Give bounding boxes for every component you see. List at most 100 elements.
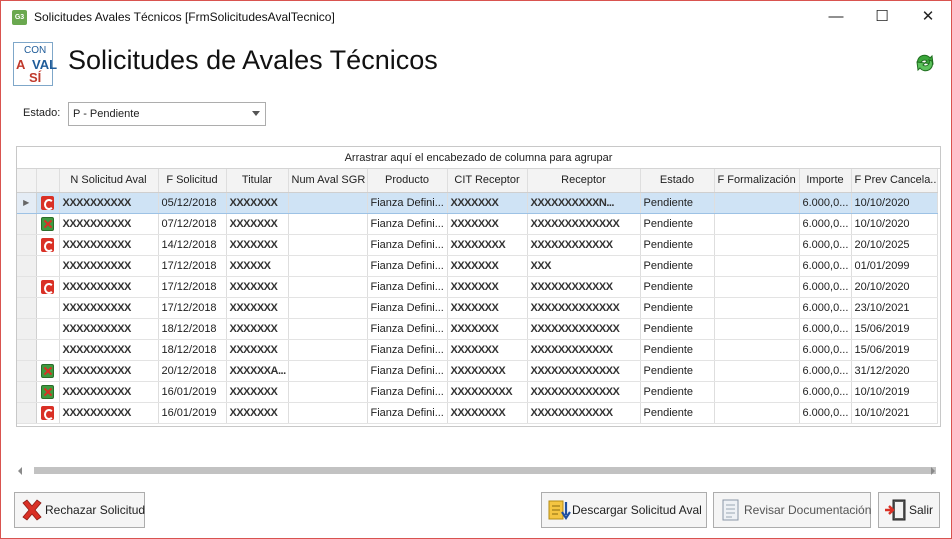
cell-f[interactable]: 18/12/2018 (158, 318, 227, 340)
column-header[interactable]: F Formalización (714, 169, 800, 193)
cell-receptor[interactable]: XXXXXXXXXXXX (527, 234, 641, 256)
cell-fform[interactable] (714, 402, 800, 424)
cell-fform[interactable] (714, 276, 800, 298)
cell-num[interactable] (288, 297, 368, 319)
cell-cit[interactable]: XXXXXXXX (447, 360, 528, 382)
cell-fform[interactable] (714, 297, 800, 319)
cell-importe[interactable]: 6.000,0... (799, 318, 852, 340)
cell-n[interactable]: XXXXXXXXXX (59, 339, 159, 361)
scroll-right-icon[interactable] (931, 467, 935, 475)
cell-fform[interactable] (714, 360, 800, 382)
cell-fprev[interactable]: 20/10/2025 (851, 234, 938, 256)
row-indicator[interactable] (17, 318, 37, 340)
column-header[interactable]: Titular (226, 169, 289, 193)
cell-f[interactable]: 17/12/2018 (158, 255, 227, 277)
cell-cit[interactable]: XXXXXXXX (447, 402, 528, 424)
rechazar-solicitud-button[interactable]: Rechazar Solicitud (14, 492, 145, 528)
cell-num[interactable] (288, 360, 368, 382)
solicitudes-grid[interactable]: Arrastrar aquí el encabezado de columna … (16, 146, 941, 427)
cell-num[interactable] (288, 234, 368, 256)
cell-estado[interactable]: Pendiente (640, 381, 715, 403)
cell-fform[interactable] (714, 234, 800, 256)
cell-estado[interactable]: Pendiente (640, 276, 715, 298)
cell-num[interactable] (288, 381, 368, 403)
cell-fform[interactable] (714, 381, 800, 403)
cell-titular[interactable]: XXXXXXX (226, 191, 289, 214)
cell-producto[interactable]: Fianza Defini... (367, 234, 448, 256)
cell-receptor[interactable]: XXXXXXXXXXN... (527, 191, 641, 214)
cell-num[interactable] (288, 276, 368, 298)
cell-n[interactable]: XXXXXXXXXX (59, 297, 159, 319)
table-row[interactable]: XXXXXXXXXX 17/12/2018 XXXXXXX Fianza Defini… (17, 297, 938, 319)
column-header[interactable]: F Prev Cancela... (851, 169, 938, 193)
cell-num[interactable] (288, 213, 368, 235)
cell-n[interactable]: XXXXXXXXXX (59, 402, 159, 424)
cell-receptor[interactable]: XXXXXXXXXXXX (527, 402, 641, 424)
cell-importe[interactable]: 6.000,0... (799, 381, 852, 403)
cell-receptor[interactable]: XXXXXXXXXXXXX (527, 297, 641, 319)
cell-titular[interactable]: XXXXXXX (226, 276, 289, 298)
cell-producto[interactable]: Fianza Defini... (367, 318, 448, 340)
table-row[interactable]: XXXXXXXXXX 14/12/2018 XXXXXXX Fianza Defini… (17, 234, 938, 256)
cell-cit[interactable]: XXXXXXX (447, 276, 528, 298)
cell-titular[interactable]: XXXXXXX (226, 318, 289, 340)
close-button[interactable]: ✕ (905, 1, 951, 33)
table-row[interactable]: ▶ XXXXXXXXXX 05/12/2018 XXXXXXX Fianza Defin… (17, 191, 938, 214)
cell-fprev[interactable]: 10/10/2019 (851, 381, 938, 403)
table-row[interactable]: XXXXXXXXXX 18/12/2018 XXXXXXX Fianza Defini… (17, 318, 938, 340)
cell-fprev[interactable]: 10/10/2020 (851, 191, 938, 214)
cell-importe[interactable]: 6.000,0... (799, 234, 852, 256)
cell-producto[interactable]: Fianza Defini... (367, 255, 448, 277)
descargar-solicitud-button[interactable]: Descargar Solicitud Aval (541, 492, 707, 528)
cell-receptor[interactable]: XXXXXXXXXXXXX (527, 360, 641, 382)
column-header[interactable]: F Solicitud (158, 169, 227, 193)
cell-num[interactable] (288, 318, 368, 340)
table-row[interactable]: XXXXXXXXXX 16/01/2019 XXXXXXX Fianza Defini… (17, 402, 938, 424)
cell-fprev[interactable]: 23/10/2021 (851, 297, 938, 319)
cell-n[interactable]: XXXXXXXXXX (59, 191, 159, 214)
cell-estado[interactable]: Pendiente (640, 255, 715, 277)
cell-fprev[interactable]: 01/01/2099 (851, 255, 938, 277)
cell-num[interactable] (288, 255, 368, 277)
cell-fprev[interactable]: 20/10/2020 (851, 276, 938, 298)
row-indicator[interactable]: ▶ (17, 191, 37, 214)
column-header[interactable]: Receptor (527, 169, 641, 193)
cell-importe[interactable]: 6.000,0... (799, 255, 852, 277)
cell-fform[interactable] (714, 318, 800, 340)
cell-f[interactable]: 17/12/2018 (158, 276, 227, 298)
cell-titular[interactable]: XXXXXXX (226, 339, 289, 361)
row-indicator[interactable] (17, 255, 37, 277)
cell-producto[interactable]: Fianza Defini... (367, 191, 448, 214)
cell-estado[interactable]: Pendiente (640, 402, 715, 424)
cell-importe[interactable]: 6.000,0... (799, 402, 852, 424)
cell-producto[interactable]: Fianza Defini... (367, 297, 448, 319)
scrollbar-thumb[interactable] (34, 467, 936, 474)
table-row[interactable]: XXXXXXXXXX 16/01/2019 XXXXXXX Fianza Defini… (17, 381, 938, 403)
cell-estado[interactable]: Pendiente (640, 213, 715, 235)
table-row[interactable]: XXXXXXXXXX 17/12/2018 XXXXXX Fianza Defini.… (17, 255, 938, 277)
cell-f[interactable]: 16/01/2019 (158, 381, 227, 403)
table-row[interactable]: XXXXXXXXXX 17/12/2018 XXXXXXX Fianza Defini… (17, 276, 938, 298)
cell-cit[interactable]: XXXXXXX (447, 318, 528, 340)
row-indicator[interactable] (17, 234, 37, 256)
group-by-panel[interactable]: Arrastrar aquí el encabezado de columna … (17, 147, 940, 169)
cell-cit[interactable]: XXXXXXX (447, 213, 528, 235)
cell-importe[interactable]: 6.000,0... (799, 360, 852, 382)
cell-cit[interactable]: XXXXXXX (447, 297, 528, 319)
cell-estado[interactable]: Pendiente (640, 297, 715, 319)
cell-receptor[interactable]: XXXXXXXXXXXXX (527, 213, 641, 235)
scroll-left-icon[interactable] (18, 467, 22, 475)
cell-producto[interactable]: Fianza Defini... (367, 402, 448, 424)
salir-button[interactable]: Salir (878, 492, 940, 528)
cell-cit[interactable]: XXXXXXXXX (447, 381, 528, 403)
cell-fform[interactable] (714, 191, 800, 214)
cell-producto[interactable]: Fianza Defini... (367, 360, 448, 382)
cell-estado[interactable]: Pendiente (640, 360, 715, 382)
cell-fprev[interactable]: 15/06/2019 (851, 318, 938, 340)
estado-dropdown[interactable]: P - Pendiente (68, 102, 266, 126)
cell-fform[interactable] (714, 339, 800, 361)
maximize-button[interactable]: ☐ (859, 1, 905, 33)
cell-cit[interactable]: XXXXXXX (447, 191, 528, 214)
cell-fprev[interactable]: 15/06/2019 (851, 339, 938, 361)
table-row[interactable]: XXXXXXXXXX 18/12/2018 XXXXXXX Fianza Defini… (17, 339, 938, 361)
